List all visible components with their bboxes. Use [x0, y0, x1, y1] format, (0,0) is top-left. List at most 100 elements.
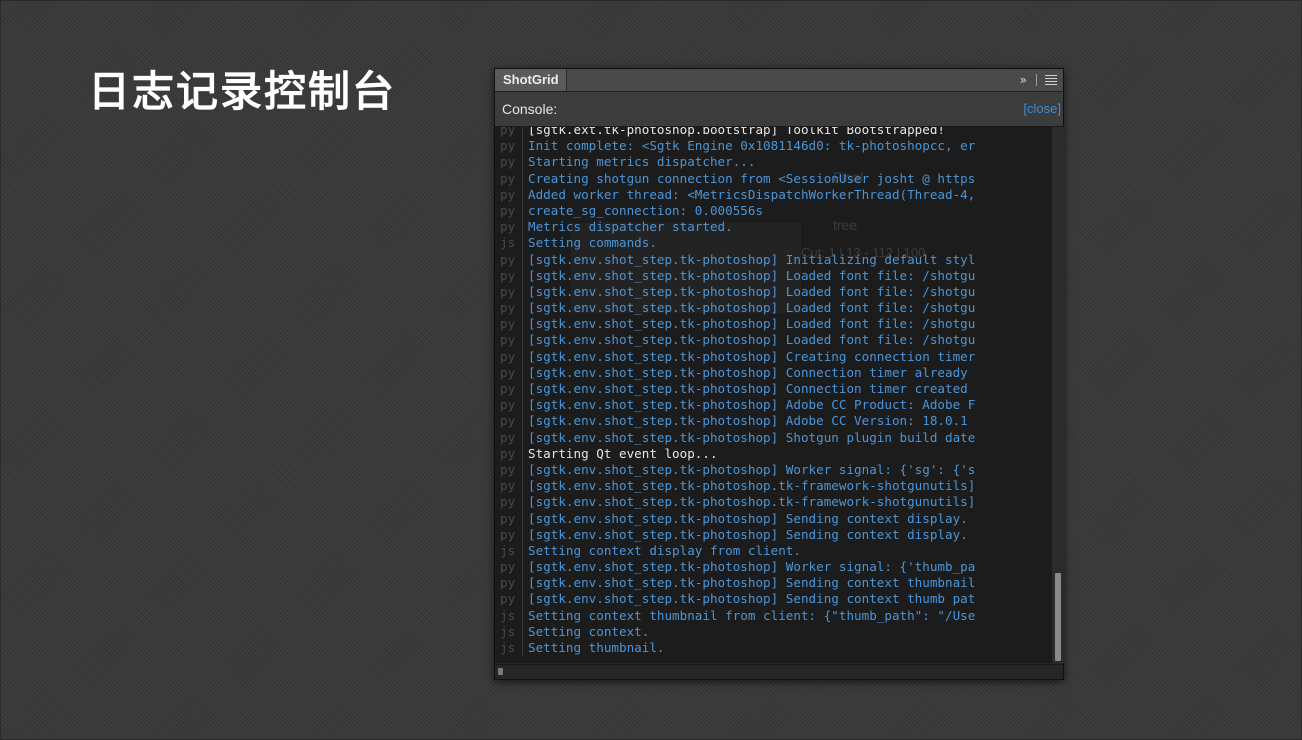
expand-panel-icon[interactable]: »: [1020, 69, 1027, 91]
log-message: Creating shotgun connection from <Sessio…: [528, 170, 976, 186]
log-row: py [sgtk.env.shot_step.tk-photoshop] Conn…: [495, 364, 1051, 381]
log-gutter-divider: [522, 397, 523, 414]
log-gutter-divider: [522, 202, 523, 220]
log-gutter-divider: [522, 591, 523, 608]
log-source-tag: py: [500, 494, 516, 510]
log-message: [sgtk.env.shot_step.tk-photoshop] Loaded…: [528, 300, 976, 316]
panel-menu-icon[interactable]: [1045, 75, 1057, 85]
log-row: py Metrics dispatcher started.: [495, 219, 1051, 236]
log-row: py [sgtk.env.shot_step.tk-photoshop] Work…: [495, 559, 1051, 576]
log-gutter-divider: [522, 251, 523, 268]
log-source-tag: py: [500, 591, 516, 607]
vertical-scrollbar[interactable]: [1051, 127, 1064, 663]
log-gutter-divider: [522, 235, 523, 252]
log-source-tag: py: [500, 364, 516, 380]
log-source-tag: py: [500, 429, 516, 445]
log-gutter-divider: [522, 413, 523, 430]
log-gutter-divider: [522, 332, 523, 349]
log-message: [sgtk.env.shot_step.tk-photoshop.tk-fram…: [528, 478, 976, 494]
log-row: py [sgtk.env.shot_step.tk-photoshop] Adob…: [495, 397, 1051, 414]
log-message: Setting context display from client.: [528, 542, 801, 558]
close-console-link[interactable]: [close]: [1023, 101, 1061, 116]
log-message: [sgtk.env.shot_step.tk-photoshop] Worker…: [528, 559, 976, 575]
log-message: [sgtk.env.shot_step.tk-photoshop] Worker…: [528, 461, 976, 477]
log-source-tag: py: [500, 219, 516, 235]
log-source-tag: py: [500, 575, 516, 591]
log-row: py [sgtk.env.shot_step.tk-photoshop] Load…: [495, 316, 1051, 333]
log-gutter-divider: [522, 300, 523, 317]
panel-tabbar: ShotGrid »: [495, 69, 1063, 92]
log-source-tag: py: [500, 186, 516, 202]
log-row: js Setting context.: [495, 623, 1051, 640]
console-log-area[interactable]: Final tree Cut: 1 | 13 - 112 | 100 py [sg…: [495, 127, 1051, 663]
log-gutter-divider: [522, 267, 523, 284]
console-label: Console:: [502, 101, 558, 117]
log-gutter-divider: [522, 445, 523, 462]
log-gutter-divider: [522, 283, 523, 301]
log-gutter-divider: [522, 364, 523, 381]
log-row: py [sgtk.env.shot_step.tk-photoshop] Init…: [495, 251, 1051, 268]
log-source-tag: js: [500, 640, 516, 655]
log-gutter-divider: [522, 623, 523, 640]
log-row: py Init complete: <Sgtk Engine 0x1081146d…: [495, 138, 1051, 155]
log-source-tag: py: [500, 461, 516, 477]
log-gutter-divider: [522, 542, 523, 560]
log-message: Setting context.: [528, 623, 650, 639]
log-source-tag: py: [500, 559, 516, 575]
log-gutter-divider: [522, 170, 523, 187]
log-source-tag: py: [500, 348, 516, 364]
log-source-tag: py: [500, 413, 516, 429]
log-row: py [sgtk.env.shot_step.tk-photoshop] Send…: [495, 591, 1051, 608]
log-message: Setting context thumbnail from client: {…: [528, 607, 976, 623]
log-source-tag: py: [500, 316, 516, 332]
log-message: [sgtk.env.shot_step.tk-photoshop] Loaded…: [528, 332, 976, 348]
log-message: [sgtk.env.shot_step.tk-photoshop] Loaded…: [528, 316, 976, 332]
log-row: py [sgtk.ext.tk-photoshop.bootstrap] Tool…: [495, 127, 1051, 139]
scrollbar-thumb[interactable]: [1055, 573, 1061, 661]
log-source-tag: js: [500, 542, 516, 558]
log-message: [sgtk.env.shot_step.tk-photoshop] Adobe …: [528, 397, 976, 413]
log-row: py [sgtk.env.shot_step.tk-photoshop] Work…: [495, 461, 1051, 479]
log-gutter-divider: [522, 138, 523, 155]
log-message: [sgtk.env.shot_step.tk-photoshop] Initia…: [528, 251, 976, 267]
log-row: py Creating shotgun connection from <Sess…: [495, 170, 1051, 187]
log-message: [sgtk.env.shot_step.tk-photoshop] Connec…: [528, 364, 968, 380]
log-source-tag: py: [500, 478, 516, 494]
log-message: [sgtk.env.shot_step.tk-photoshop] Sendin…: [528, 510, 968, 526]
log-row: py [sgtk.env.shot_step.tk-photoshop] Crea…: [495, 348, 1051, 365]
log-gutter-divider: [522, 186, 523, 203]
log-source-tag: py: [500, 332, 516, 348]
horizontal-scrollbar[interactable]: [495, 664, 1063, 679]
log-message: [sgtk.env.shot_step.tk-photoshop] Loaded…: [528, 267, 976, 283]
log-source-tag: py: [500, 510, 516, 526]
log-message: [sgtk.env.shot_step.tk-photoshop] Sendin…: [528, 591, 976, 607]
log-source-tag: js: [500, 235, 516, 251]
log-gutter-divider: [522, 348, 523, 365]
log-source-tag: py: [500, 445, 516, 461]
tab-shotgrid[interactable]: ShotGrid: [495, 69, 567, 91]
resize-grip-icon[interactable]: [498, 668, 503, 675]
log-message: [sgtk.env.shot_step.tk-photoshop] Adobe …: [528, 413, 968, 429]
log-source-tag: js: [500, 623, 516, 639]
log-row: py create_sg_connection: 0.000556s: [495, 202, 1051, 220]
log-row: py [sgtk.env.shot_step.tk-photoshop.tk-fr…: [495, 478, 1051, 495]
log-gutter-divider: [522, 478, 523, 495]
log-source-tag: py: [500, 267, 516, 283]
log-message: [sgtk.env.shot_step.tk-photoshop] Shotgu…: [528, 429, 976, 445]
log-message: Starting metrics dispatcher...: [528, 154, 756, 170]
log-message: Setting thumbnail.: [528, 640, 665, 655]
log-row: py [sgtk.env.shot_step.tk-photoshop] Shot…: [495, 429, 1051, 446]
log-row: py Added worker thread: <MetricsDispatchW…: [495, 186, 1051, 203]
log-row: py [sgtk.env.shot_step.tk-photoshop] Conn…: [495, 381, 1051, 398]
log-row: js Setting context thumbnail from client:…: [495, 607, 1051, 624]
log-message: [sgtk.env.shot_step.tk-photoshop] Sendin…: [528, 575, 976, 591]
log-row: py [sgtk.env.shot_step.tk-photoshop] Send…: [495, 526, 1051, 543]
log-source-tag: py: [500, 381, 516, 396]
log-gutter-divider: [522, 381, 523, 398]
log-gutter-divider: [522, 461, 523, 479]
log-gutter-divider: [522, 219, 523, 236]
log-gutter-divider: [522, 494, 523, 511]
log-row: py Starting Qt event loop...: [495, 445, 1051, 462]
log-gutter-divider: [522, 607, 523, 624]
log-message: Metrics dispatcher started.: [528, 219, 733, 235]
